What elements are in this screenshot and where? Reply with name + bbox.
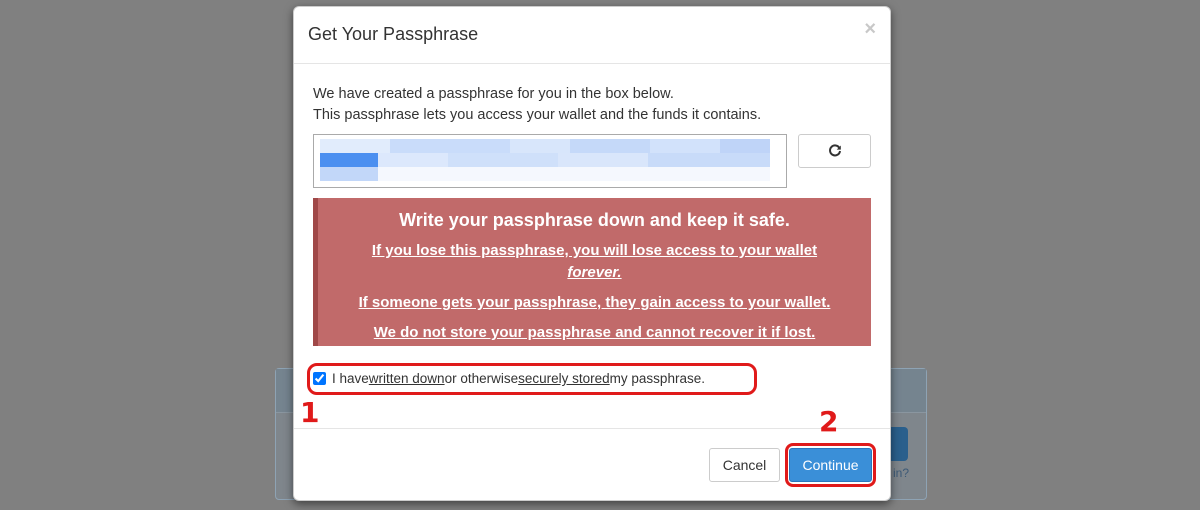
confirm-stored-checkbox[interactable] (313, 372, 326, 385)
warning-box: Write your passphrase down and keep it s… (313, 198, 871, 346)
modal-header: Get Your Passphrase × (294, 7, 890, 64)
passphrase-textarea[interactable] (313, 134, 787, 188)
warning-title: Write your passphrase down and keep it s… (399, 210, 790, 230)
close-button[interactable]: × (864, 19, 876, 39)
blur-row (320, 139, 770, 153)
modal-title: Get Your Passphrase (308, 24, 479, 44)
warning-line-lose-access: If you lose this passphrase, you will lo… (318, 240, 871, 284)
blur-row (320, 167, 770, 181)
intro-line-1: We have created a passphrase for you in … (313, 86, 674, 102)
cancel-button[interactable]: Cancel (709, 448, 780, 482)
confirm-written-down-text: written down (368, 371, 445, 386)
step-2-annotation: 2 (819, 405, 839, 438)
background-text: in? (893, 466, 910, 480)
refresh-icon (828, 144, 841, 157)
passphrase-blurred-text (320, 139, 770, 183)
warning-line-someone-gets: If someone gets your passphrase, they ga… (358, 294, 831, 311)
intro-text: We have created a passphrase for you in … (313, 84, 761, 126)
continue-button[interactable]: Continue (789, 448, 872, 482)
confirm-text-1: I have (332, 371, 369, 386)
warning-line-lose-access-text: If you lose this passphrase, you will lo… (371, 242, 818, 259)
warning-line-not-stored: We do not store your passphrase and cann… (373, 324, 816, 341)
intro-line-2: This passphrase lets you access your wal… (313, 107, 762, 123)
confirm-securely-stored-text: securely stored (518, 371, 610, 386)
confirm-text-2: or otherwise (444, 371, 519, 386)
warning-forever-text: forever. (567, 264, 622, 281)
refresh-passphrase-button[interactable] (798, 134, 871, 168)
modal-footer-divider (294, 428, 890, 429)
blur-row (320, 153, 770, 167)
confirm-stored-checkbox-label[interactable]: I have written down or otherwise securel… (313, 371, 705, 386)
confirm-text-3: my passphrase. (609, 371, 705, 386)
passphrase-modal: Get Your Passphrase × We have created a … (293, 6, 891, 501)
step-1-annotation: 1 (300, 396, 320, 429)
